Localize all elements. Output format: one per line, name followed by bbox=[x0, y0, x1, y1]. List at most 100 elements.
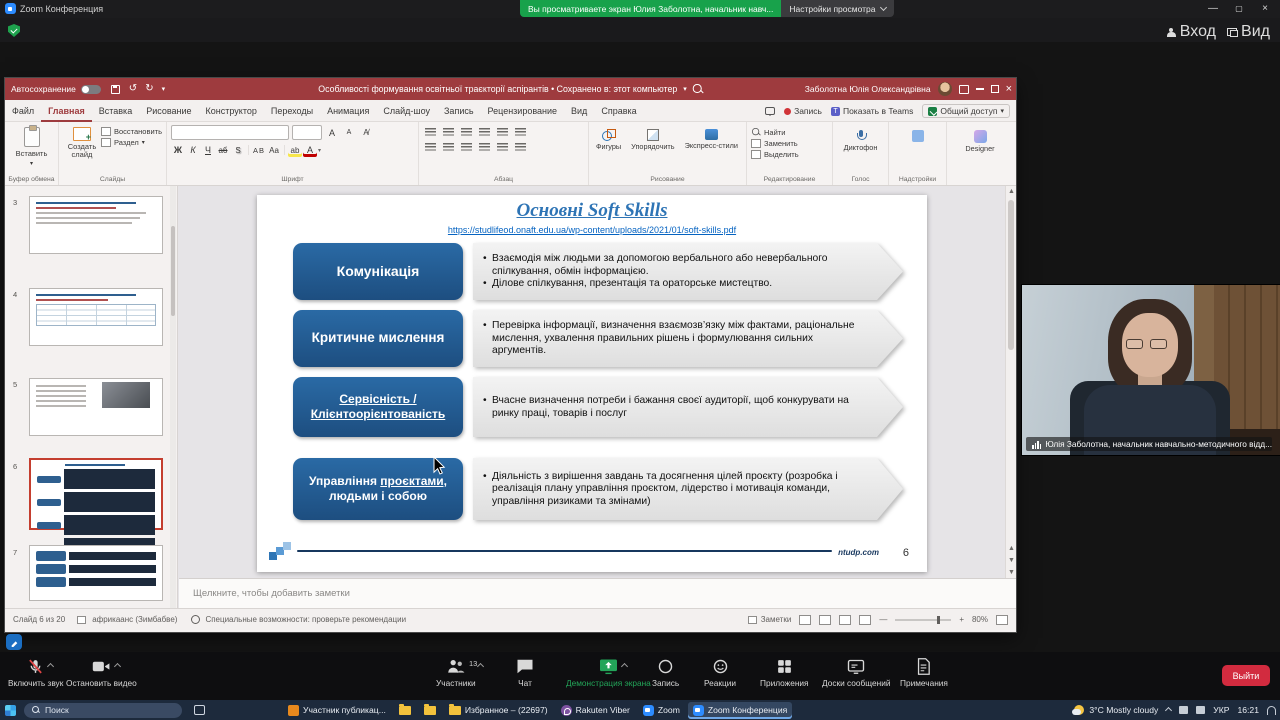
participants-button[interactable]: 13 Участники bbox=[436, 658, 476, 688]
justify-icon[interactable] bbox=[479, 143, 490, 152]
slide-thumbnail-3[interactable] bbox=[29, 196, 163, 254]
clock[interactable]: 16:21 bbox=[1237, 705, 1259, 715]
shrink-font-button[interactable]: А bbox=[342, 126, 356, 140]
tab-home[interactable]: Главная bbox=[41, 100, 92, 122]
notifications-icon[interactable] bbox=[1267, 706, 1276, 715]
taskbar-app-viber[interactable]: Rakuten Viber bbox=[556, 702, 635, 719]
spellcheck-icon[interactable] bbox=[77, 616, 86, 624]
video-options-chevron-icon[interactable] bbox=[114, 663, 121, 670]
tab-design[interactable]: Конструктор bbox=[199, 100, 264, 122]
apps-button[interactable]: Приложения bbox=[760, 658, 809, 688]
tab-view[interactable]: Вид bbox=[564, 100, 594, 122]
whiteboards-button[interactable]: Доски сообщений bbox=[822, 658, 890, 688]
participants-chevron-icon[interactable] bbox=[477, 663, 484, 670]
tab-review[interactable]: Рецензирование bbox=[481, 100, 565, 122]
record-button[interactable]: Запись bbox=[784, 106, 822, 116]
italic-button[interactable]: К bbox=[186, 143, 200, 157]
grow-font-button[interactable]: А bbox=[325, 126, 339, 140]
arrange-button[interactable]: Упорядочить bbox=[628, 128, 677, 152]
tab-draw[interactable]: Рисование bbox=[139, 100, 198, 122]
accessibility-status[interactable]: Специальные возможности: проверьте реком… bbox=[205, 615, 406, 624]
slide-thumbnail-7[interactable] bbox=[29, 545, 163, 601]
reading-view-icon[interactable] bbox=[839, 615, 851, 625]
character-spacing-button[interactable]: АВ bbox=[252, 143, 266, 157]
close-button[interactable]: × bbox=[1252, 0, 1278, 17]
stop-video-button[interactable]: Остановить видео bbox=[66, 658, 137, 688]
volume-icon[interactable] bbox=[1196, 706, 1205, 714]
paste-button[interactable]: Вставить ▾ bbox=[9, 125, 54, 169]
bullets-icon[interactable] bbox=[425, 128, 436, 137]
bold-button[interactable]: Ж bbox=[171, 143, 185, 157]
taskbar-app-participant[interactable]: Участник публикац... bbox=[283, 702, 391, 719]
annotation-tool-button[interactable] bbox=[6, 634, 22, 650]
chat-button[interactable]: Чат bbox=[516, 658, 534, 688]
slide-link[interactable]: https://studlifeod.onaft.edu.ua/wp-conte… bbox=[257, 225, 927, 235]
fit-to-window-icon[interactable] bbox=[996, 615, 1008, 625]
strikethrough-button[interactable]: аб bbox=[216, 143, 230, 157]
notes-pane[interactable]: Щелкните, чтобы добавить заметки bbox=[179, 578, 1016, 608]
font-name-input[interactable] bbox=[171, 125, 289, 140]
quick-styles-button[interactable]: Экспресс-стили bbox=[682, 128, 741, 152]
share-button[interactable]: Общий доступ▾ bbox=[922, 104, 1010, 118]
select-button[interactable]: Выделить bbox=[751, 150, 828, 159]
zoom-slider[interactable] bbox=[895, 619, 951, 621]
section-button[interactable]: Раздел▾ bbox=[101, 138, 162, 147]
slide-thumbnail-6-selected[interactable] bbox=[29, 458, 163, 530]
tab-animations[interactable]: Анимация bbox=[320, 100, 376, 122]
replace-button[interactable]: Заменить bbox=[751, 139, 828, 148]
find-button[interactable]: Найти bbox=[751, 127, 828, 137]
quick-access-chevron-icon[interactable]: ▾ bbox=[162, 86, 166, 93]
share-options-chevron-icon[interactable] bbox=[621, 663, 628, 670]
taskbar-app-favorites[interactable]: Избранное – (22697) bbox=[444, 702, 553, 719]
ppt-restore-icon[interactable] bbox=[991, 85, 999, 93]
tab-transitions[interactable]: Переходы bbox=[264, 100, 320, 122]
language-indicator[interactable]: УКР bbox=[1213, 705, 1229, 715]
undo-icon[interactable]: ↺ bbox=[129, 84, 137, 94]
designer-button[interactable]: Designer bbox=[951, 129, 1009, 154]
reset-slide-button[interactable]: Восстановить bbox=[101, 127, 162, 136]
reactions-button[interactable]: Реакции bbox=[704, 658, 736, 688]
taskbar-search[interactable]: Поиск bbox=[24, 703, 182, 718]
slide-thumbnail-4[interactable] bbox=[29, 288, 163, 346]
autosave-toggle[interactable] bbox=[81, 85, 101, 94]
font-color-button[interactable]: А bbox=[303, 143, 317, 157]
ppt-minimize-icon[interactable] bbox=[976, 88, 984, 89]
unmute-button[interactable]: Включить звук bbox=[8, 658, 63, 688]
thumbnail-scrollbar[interactable] bbox=[170, 186, 176, 608]
align-left-icon[interactable] bbox=[425, 143, 436, 152]
zoom-percent[interactable]: 80% bbox=[972, 615, 988, 624]
view-mode-button[interactable]: Вид bbox=[1227, 23, 1270, 41]
numbering-icon[interactable] bbox=[443, 128, 454, 137]
shapes-button[interactable]: Фигуры bbox=[593, 128, 624, 152]
minimize-button[interactable]: — bbox=[1200, 0, 1226, 17]
change-case-button[interactable]: Аа bbox=[267, 143, 281, 157]
dictate-button[interactable]: Диктофон bbox=[837, 129, 884, 153]
smartart-icon[interactable] bbox=[515, 143, 526, 152]
new-slide-button[interactable]: Создать слайд bbox=[63, 125, 101, 162]
scroll-down-icon[interactable]: ▼ bbox=[1008, 569, 1015, 576]
weather-widget[interactable]: 3°C Mostly cloudy bbox=[1074, 705, 1158, 715]
share-screen-button[interactable]: Демонстрация экрана bbox=[566, 658, 651, 688]
next-slide-icon[interactable]: ▼ bbox=[1008, 557, 1015, 564]
redo-icon[interactable]: ↻ bbox=[145, 84, 153, 94]
underline-button[interactable]: Ч bbox=[201, 143, 215, 157]
normal-view-icon[interactable] bbox=[799, 615, 811, 625]
scrollbar-thumb[interactable] bbox=[1008, 200, 1014, 350]
addins-button[interactable] bbox=[893, 129, 942, 143]
slideshow-view-icon[interactable] bbox=[859, 615, 871, 625]
line-spacing-icon[interactable] bbox=[515, 128, 526, 137]
annotations-button[interactable]: Примечания bbox=[900, 658, 948, 688]
start-button-icon[interactable] bbox=[5, 705, 16, 716]
slide-sorter-view-icon[interactable] bbox=[819, 615, 831, 625]
hidden-icons-chevron-icon[interactable] bbox=[1165, 706, 1172, 713]
indent-decrease-icon[interactable] bbox=[461, 128, 472, 137]
view-options-button[interactable]: Настройки просмотра bbox=[781, 0, 893, 17]
align-center-icon[interactable] bbox=[443, 143, 454, 152]
tab-slideshow[interactable]: Слайд-шоу bbox=[376, 100, 437, 122]
tab-record[interactable]: Запись bbox=[437, 100, 481, 122]
align-right-icon[interactable] bbox=[461, 143, 472, 152]
tab-file[interactable]: Файл bbox=[5, 100, 41, 122]
present-in-teams-button[interactable]: TПоказать в Teams bbox=[831, 106, 913, 116]
text-shadow-button[interactable]: S bbox=[231, 143, 245, 157]
taskbar-app-zoom-meeting[interactable]: Zoom Конференция bbox=[688, 702, 792, 719]
